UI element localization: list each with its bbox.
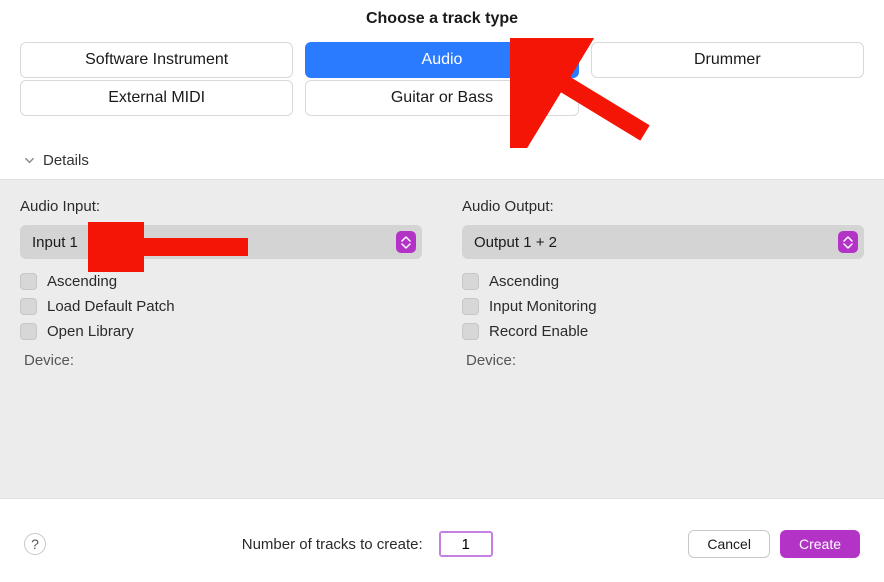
track-type-guitar-or-bass[interactable]: Guitar or Bass	[305, 80, 578, 116]
record-enable-label: Record Enable	[489, 323, 588, 340]
load-default-patch-checkbox[interactable]	[20, 298, 37, 315]
help-icon: ?	[31, 536, 39, 552]
ascending-input-label: Ascending	[47, 273, 117, 290]
cancel-button[interactable]: Cancel	[688, 530, 770, 558]
load-default-patch-label: Load Default Patch	[47, 298, 175, 315]
audio-output-value: Output 1 + 2	[474, 234, 557, 251]
audio-output-column: Audio Output: Output 1 + 2 Ascending Inp…	[462, 198, 864, 369]
ascending-output-label: Ascending	[489, 273, 559, 290]
ascending-input-checkbox[interactable]	[20, 273, 37, 290]
dialog-title: Choose a track type	[0, 0, 884, 42]
updown-icon	[838, 231, 858, 253]
input-device-label: Device:	[20, 344, 422, 369]
open-library-label: Open Library	[47, 323, 134, 340]
open-library-checkbox[interactable]	[20, 323, 37, 340]
number-of-tracks-input[interactable]	[439, 531, 493, 557]
audio-input-label: Audio Input:	[20, 198, 422, 215]
details-label: Details	[43, 152, 89, 169]
output-device-label: Device:	[462, 344, 864, 369]
input-monitoring-checkbox[interactable]	[462, 298, 479, 315]
chevron-down-icon	[24, 155, 35, 166]
audio-output-label: Audio Output:	[462, 198, 864, 215]
audio-output-select[interactable]: Output 1 + 2	[462, 225, 864, 259]
record-enable-checkbox[interactable]	[462, 323, 479, 340]
audio-input-value: Input 1	[32, 234, 78, 251]
ascending-output-checkbox[interactable]	[462, 273, 479, 290]
help-button[interactable]: ?	[24, 533, 46, 555]
track-type-software-instrument[interactable]: Software Instrument	[20, 42, 293, 78]
track-type-grid: Software Instrument Audio Drummer Extern…	[0, 42, 884, 116]
dialog-footer: ? Number of tracks to create: Cancel Cre…	[0, 520, 884, 582]
details-toggle[interactable]: Details	[0, 116, 884, 179]
track-type-audio[interactable]: Audio	[305, 42, 578, 78]
input-monitoring-label: Input Monitoring	[489, 298, 597, 315]
audio-input-select[interactable]: Input 1	[20, 225, 422, 259]
audio-input-column: Audio Input: Input 1 Ascending Load Defa…	[20, 198, 422, 369]
number-of-tracks-label: Number of tracks to create:	[242, 536, 423, 553]
updown-icon	[396, 231, 416, 253]
create-button[interactable]: Create	[780, 530, 860, 558]
track-type-external-midi[interactable]: External MIDI	[20, 80, 293, 116]
details-panel: Audio Input: Input 1 Ascending Load Defa…	[0, 179, 884, 499]
track-type-drummer[interactable]: Drummer	[591, 42, 864, 78]
